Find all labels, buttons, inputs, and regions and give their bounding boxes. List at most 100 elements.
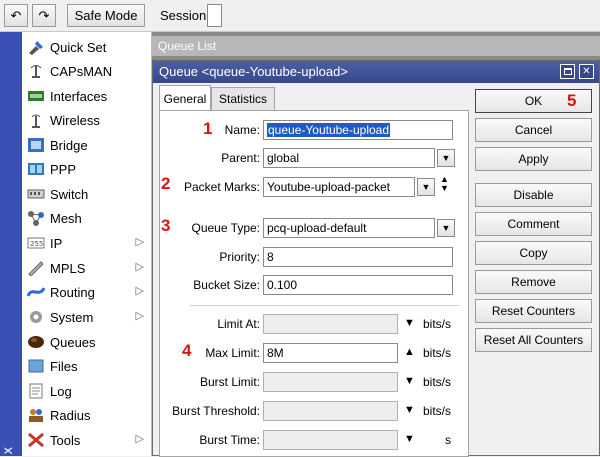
sidebar-item-mpls[interactable]: MPLS ▷ — [22, 256, 152, 280]
sidebar-item-capsman[interactable]: CAPsMAN — [22, 59, 152, 83]
ppp-icon — [25, 160, 47, 178]
submenu-arrow-icon: ▷ — [135, 433, 144, 445]
capsman-icon — [25, 62, 47, 80]
tools-icon — [25, 431, 47, 449]
burst-time-toggle-down-icon[interactable]: ▼ — [404, 433, 415, 445]
name-label: Name: — [224, 123, 260, 137]
sidebar-item-radius[interactable]: Radius — [22, 403, 152, 427]
queue-type-dropdown-button[interactable]: ▼ — [437, 219, 455, 237]
sidebar-item-label: Interfaces — [50, 88, 108, 104]
maximize-icon — [563, 68, 572, 75]
reset-counters-label: Reset Counters — [491, 304, 576, 318]
redo-button[interactable]: ↷ — [32, 4, 56, 27]
queue-type-label: Queue Type: — [191, 221, 261, 235]
priority-field[interactable]: 8 — [263, 247, 453, 267]
max-limit-field[interactable]: 8M — [263, 343, 398, 363]
bucket-size-field[interactable]: 0.100 — [263, 275, 453, 295]
limit-at-field[interactable] — [263, 314, 398, 334]
wireless-icon — [25, 111, 47, 129]
system-icon — [25, 308, 47, 326]
brand-text: X — [3, 446, 15, 454]
switch-icon — [25, 185, 47, 203]
tab-statistics-label: Statistics — [218, 92, 267, 106]
sidebar-item-wireless[interactable]: Wireless — [22, 108, 152, 132]
sidebar-item-interfaces[interactable]: Interfaces — [22, 84, 152, 108]
sidebar-item-label: Files — [50, 358, 78, 374]
limit-at-toggle-down-icon[interactable]: ▼ — [404, 317, 415, 329]
maximize-button[interactable] — [560, 64, 575, 79]
cancel-label: Cancel — [514, 123, 553, 137]
sidebar-item-tools[interactable]: Tools ▷ — [22, 428, 152, 452]
close-button[interactable]: ✕ — [579, 64, 594, 79]
name-field[interactable]: queue-Youtube-upload — [263, 120, 453, 140]
remove-button[interactable]: Remove — [475, 270, 592, 294]
sidebar-item-mesh[interactable]: Mesh — [22, 206, 152, 230]
burst-threshold-field[interactable] — [263, 401, 398, 421]
burst-time-unit: s — [445, 433, 451, 447]
sidebar-item-label: Quick Set — [50, 39, 107, 55]
burst-limit-label: Burst Limit: — [199, 375, 260, 389]
priority-label: Priority: — [219, 250, 260, 264]
packet-marks-add-remove[interactable]: ▲ ▼ — [440, 175, 449, 193]
svg-text:255: 255 — [30, 240, 43, 248]
sidebar-item-label: CAPsMAN — [50, 63, 113, 79]
packet-marks-dropdown-button[interactable]: ▼ — [417, 178, 435, 196]
submenu-arrow-icon: ▷ — [135, 236, 144, 248]
queue-type-select[interactable]: pcq-upload-default — [263, 218, 435, 238]
session-field[interactable] — [207, 4, 222, 27]
sidebar-item-label: Switch — [50, 186, 89, 202]
ok-label: OK — [524, 94, 543, 108]
tab-general-label: General — [163, 91, 207, 106]
separator — [190, 305, 460, 306]
burst-threshold-toggle-down-icon[interactable]: ▼ — [404, 404, 415, 416]
sidebar-item-label: Routing — [50, 284, 95, 300]
reset-counters-button[interactable]: Reset Counters — [475, 299, 592, 323]
submenu-arrow-icon: ▷ — [135, 310, 144, 322]
parent-dropdown-button[interactable]: ▼ — [437, 149, 455, 167]
name-value: queue-Youtube-upload — [267, 123, 391, 137]
burst-limit-toggle-down-icon[interactable]: ▼ — [404, 375, 415, 387]
comment-button[interactable]: Comment — [475, 212, 592, 236]
tab-general[interactable]: General — [159, 85, 211, 111]
comment-label: Comment — [507, 217, 560, 231]
sidebar-item-files[interactable]: Files — [22, 354, 152, 378]
reset-all-counters-button[interactable]: Reset All Counters — [475, 328, 592, 352]
sidebar-item-label: Tools — [50, 432, 81, 448]
sidebar-item-quick-set[interactable]: Quick Set — [22, 35, 152, 59]
copy-button[interactable]: Copy — [475, 241, 592, 265]
parent-select[interactable]: global — [263, 148, 435, 168]
bucket-size-label: Bucket Size: — [193, 278, 260, 292]
sidebar-item-label: System — [50, 309, 94, 325]
undo-button[interactable]: ↶ — [4, 4, 28, 27]
quickset-icon — [25, 38, 47, 56]
packet-marks-select[interactable]: Youtube-upload-packet — [263, 177, 415, 197]
disable-button[interactable]: Disable — [475, 183, 592, 207]
parent-value: global — [267, 151, 300, 165]
dialog-title-bar[interactable]: Queue <queue-Youtube-upload> — [153, 61, 599, 83]
chevron-down-icon: ▼ — [441, 223, 451, 233]
sidebar-item-routing[interactable]: Routing ▷ — [22, 280, 152, 304]
limit-at-label: Limit At: — [217, 317, 260, 331]
sidebar-item-bridge[interactable]: Bridge — [22, 133, 152, 157]
sidebar-item-ppp[interactable]: PPP — [22, 157, 152, 181]
cancel-button[interactable]: Cancel — [475, 118, 592, 142]
tab-statistics[interactable]: Statistics — [211, 87, 275, 110]
burst-threshold-unit: bits/s — [423, 404, 452, 418]
queue-type-value: pcq-upload-default — [267, 221, 367, 235]
burst-limit-field[interactable] — [263, 372, 398, 392]
safe-mode-button[interactable]: Safe Mode — [67, 4, 145, 27]
limit-at-unit: bits/s — [423, 317, 452, 331]
burst-time-field[interactable] — [263, 430, 398, 450]
sidebar-item-switch[interactable]: Switch — [22, 182, 152, 206]
queues-icon — [25, 333, 47, 351]
submenu-arrow-icon: ▷ — [135, 261, 144, 273]
sidebar-item-log[interactable]: Log — [22, 379, 152, 403]
sidebar-item-label: Bridge — [50, 137, 88, 153]
sidebar-item-system[interactable]: System ▷ — [22, 305, 152, 329]
max-limit-toggle-up-icon[interactable]: ▲ — [404, 346, 415, 358]
sidebar-item-queues[interactable]: Queues — [22, 330, 152, 354]
sidebar-item-label: Wireless — [50, 112, 100, 128]
sidebar-item-ip[interactable]: 255 IP ▷ — [22, 231, 152, 255]
apply-button[interactable]: Apply — [475, 147, 592, 171]
chevron-down-icon: ▼ — [421, 182, 431, 192]
